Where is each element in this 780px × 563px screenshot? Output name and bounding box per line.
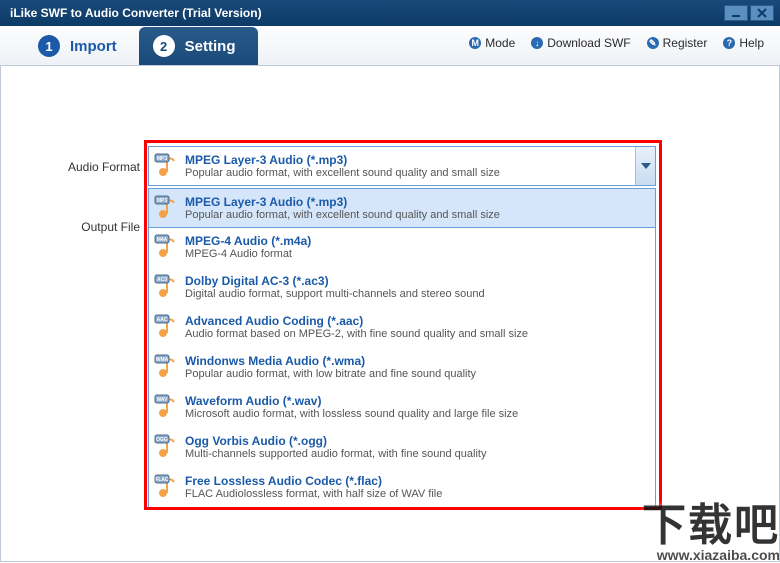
selected-desc: Popular audio format, with excellent sou… <box>185 167 635 179</box>
tab-label: Setting <box>185 38 236 55</box>
svg-text:AC3: AC3 <box>157 277 167 283</box>
format-desc: Popular audio format, with excellent sou… <box>185 209 655 221</box>
format-option[interactable]: FLAC Free Lossless Audio Codec (*.flac)FL… <box>149 467 655 507</box>
svg-text:MP3: MP3 <box>157 198 168 204</box>
format-icon: MP3 <box>149 153 185 179</box>
svg-text:WAV: WAV <box>156 397 168 403</box>
format-option[interactable]: AAC Advanced Audio Coding (*.aac)Audio fo… <box>149 307 655 347</box>
register-icon: ✎ <box>647 37 659 49</box>
format-name: Windonws Media Audio (*.wma) <box>185 354 655 368</box>
help-link[interactable]: ?Help <box>723 36 764 50</box>
format-desc: MPEG-4 Audio format <box>185 248 655 260</box>
top-links: MMode ↓Download SWF ✎Register ?Help <box>469 36 764 50</box>
format-desc: Audio format based on MPEG-2, with fine … <box>185 328 655 340</box>
tab-number: 1 <box>38 35 60 57</box>
audio-format-label: Audio Format <box>20 160 140 174</box>
window-buttons <box>724 5 774 21</box>
format-option[interactable]: M4A MPEG-4 Audio (*.m4a)MPEG-4 Audio form… <box>149 227 655 267</box>
chevron-down-icon <box>641 163 651 169</box>
watermark: 下载吧 www.xiazaiba.com <box>642 504 780 562</box>
format-name: MPEG Layer-3 Audio (*.mp3) <box>185 195 655 209</box>
format-name: Waveform Audio (*.wav) <box>185 394 655 408</box>
svg-text:WMA: WMA <box>156 357 169 363</box>
window-title: iLike SWF to Audio Converter (Trial Vers… <box>10 6 724 20</box>
title-bar: iLike SWF to Audio Converter (Trial Vers… <box>0 0 780 26</box>
tab-label: Import <box>70 38 117 55</box>
svg-text:AAC: AAC <box>157 317 168 323</box>
format-icon: MP3 <box>149 195 185 221</box>
format-desc: Digital audio format, support multi-chan… <box>185 288 655 300</box>
svg-text:FLAC: FLAC <box>155 477 169 483</box>
format-icon: M4A <box>149 234 185 260</box>
format-name: Advanced Audio Coding (*.aac) <box>185 314 655 328</box>
dropdown-arrow[interactable] <box>635 147 655 185</box>
svg-text:OGG: OGG <box>156 437 168 443</box>
format-name: MPEG-4 Audio (*.m4a) <box>185 234 655 248</box>
format-icon: WMA <box>149 354 185 380</box>
tab-import[interactable]: 1 Import <box>24 27 139 65</box>
format-icon: OGG <box>149 434 185 460</box>
format-option[interactable]: OGG Ogg Vorbis Audio (*.ogg)Multi-channel… <box>149 427 655 467</box>
download-icon: ↓ <box>531 37 543 49</box>
format-option[interactable]: MP3 MPEG Layer-3 Audio (*.mp3)Popular aud… <box>148 188 656 228</box>
step-tabs: 1 Import 2 Setting <box>24 27 258 65</box>
format-option[interactable]: WAV Waveform Audio (*.wav)Microsoft audio… <box>149 387 655 427</box>
toolbar: 1 Import 2 Setting MMode ↓Download SWF ✎… <box>0 26 780 66</box>
selected-text: MPEG Layer-3 Audio (*.mp3) Popular audio… <box>185 153 635 179</box>
format-option[interactable]: WMA Windonws Media Audio (*.wma)Popular a… <box>149 347 655 387</box>
format-desc: Microsoft audio format, with lossless so… <box>185 408 655 420</box>
mode-link[interactable]: MMode <box>469 36 515 50</box>
output-file-label: Output File <box>20 220 140 234</box>
tab-number: 2 <box>153 35 175 57</box>
audio-format-dropdown: MP3MPEG Layer-3 Audio (*.mp3)Popular aud… <box>148 188 656 508</box>
selected-name: MPEG Layer-3 Audio (*.mp3) <box>185 153 635 167</box>
svg-text:M4A: M4A <box>157 237 168 243</box>
register-link[interactable]: ✎Register <box>647 36 708 50</box>
format-icon: FLAC <box>149 474 185 500</box>
download-swf-link[interactable]: ↓Download SWF <box>531 36 630 50</box>
format-desc: Popular audio format, with low bitrate a… <box>185 368 655 380</box>
format-name: Free Lossless Audio Codec (*.flac) <box>185 474 655 488</box>
format-desc: Multi-channels supported audio format, w… <box>185 448 655 460</box>
audio-format-combobox[interactable]: MP3 MPEG Layer-3 Audio (*.mp3) Popular a… <box>148 146 656 186</box>
format-icon: AAC <box>149 314 185 340</box>
format-name: Ogg Vorbis Audio (*.ogg) <box>185 434 655 448</box>
minimize-button[interactable] <box>724 5 748 21</box>
mode-icon: M <box>469 37 481 49</box>
help-icon: ? <box>723 37 735 49</box>
format-desc: FLAC Audiolossless format, with half siz… <box>185 488 655 500</box>
close-button[interactable] <box>750 5 774 21</box>
tab-setting[interactable]: 2 Setting <box>139 27 258 65</box>
format-option[interactable]: AC3 Dolby Digital AC-3 (*.ac3)Digital aud… <box>149 267 655 307</box>
svg-text:MP3: MP3 <box>157 156 168 162</box>
format-icon: AC3 <box>149 274 185 300</box>
format-name: Dolby Digital AC-3 (*.ac3) <box>185 274 655 288</box>
format-icon: WAV <box>149 394 185 420</box>
